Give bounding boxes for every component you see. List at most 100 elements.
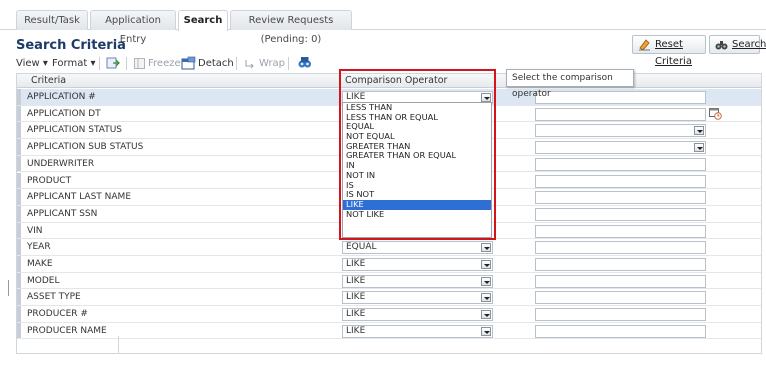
chevron-down-icon[interactable] [481,293,491,303]
eraser-icon [639,39,650,51]
table-row[interactable]: ASSET TYPE LIKE [17,289,761,307]
value-input[interactable] [535,224,706,238]
tab-result-task[interactable]: Result/Task [16,10,88,30]
horizontal-scroll-area[interactable] [16,336,119,354]
row-marker [17,139,21,155]
table-row[interactable]: YEAR EQUAL [17,239,761,256]
callout-highlight [339,69,496,240]
row-marker [17,289,21,306]
value-input[interactable] [535,241,706,255]
grid-toolbar: View ▾ Format ▾ Freeze Detach Wrap [16,55,336,73]
value-input[interactable] [535,174,706,188]
export-icon[interactable] [106,56,120,70]
view-menu-label: View [16,58,40,69]
value-input[interactable] [535,258,706,271]
criteria-label: UNDERWRITER [27,158,95,169]
page-title: Search Criteria [16,38,126,53]
freeze-icon [134,58,145,69]
operator-tooltip: Select the comparison operator [506,69,634,99]
wrap-button[interactable]: Wrap [259,56,285,72]
row-marker [17,306,21,322]
chevron-down-icon[interactable] [481,260,491,269]
row-marker [17,256,21,272]
toolbar-divider [99,57,100,70]
value-input[interactable] [535,207,706,221]
search-label: Search [732,39,766,50]
chevron-down-icon: ▾ [42,58,48,69]
row-marker [17,89,21,105]
table-row[interactable]: MAKE LIKE [17,256,761,273]
tab-search[interactable]: Search [178,10,228,31]
operator-select[interactable]: LIKE [342,291,493,305]
value-input[interactable] [535,107,706,121]
criteria-label: YEAR [27,242,51,253]
chevron-down-icon[interactable] [481,243,491,253]
criteria-label: APPLICANT LAST NAME [27,192,132,203]
splitter-handle[interactable] [8,280,9,296]
chevron-down-icon[interactable] [481,310,491,320]
criteria-label: VIN [27,225,43,236]
operator-value: LIKE [346,325,366,336]
value-select[interactable] [535,124,706,138]
chevron-down-icon[interactable] [694,126,704,136]
operator-select[interactable]: LIKE [342,324,493,338]
row-marker [17,122,21,139]
tab-review-requests[interactable]: Review Requests (Pending: 0) [230,10,352,45]
criteria-label: PRODUCT [27,175,72,186]
chevron-down-icon[interactable] [694,143,704,153]
criteria-label: MAKE [27,259,53,269]
criteria-label: PRODUCER # [27,309,88,320]
freeze-button[interactable]: Freeze [148,56,181,72]
criteria-label: MODEL [27,275,60,286]
table-row[interactable]: PRODUCER NAME LIKE [17,322,761,340]
operator-value: LIKE [346,259,366,269]
chevron-down-icon[interactable] [481,326,491,336]
toolbar-divider [236,57,237,70]
value-input[interactable] [535,324,706,338]
value-input[interactable] [535,157,706,171]
value-input[interactable] [535,191,706,205]
value-input[interactable] [535,291,706,305]
table-row[interactable]: PRODUCER # LIKE [17,306,761,323]
operator-select[interactable]: LIKE [342,308,493,322]
row-marker [17,239,21,255]
chevron-down-icon[interactable] [481,276,491,286]
table-row[interactable]: MODEL LIKE [17,272,761,290]
value-input[interactable] [535,91,706,104]
criteria-label: APPLICANT SSN [27,208,98,219]
chevron-down-icon: ▾ [90,58,96,69]
operator-select[interactable]: EQUAL [342,241,493,255]
row-marker [17,222,21,239]
view-menu[interactable]: View ▾ [16,56,48,72]
calendar-icon[interactable] [709,107,722,120]
criteria-label: ASSET TYPE [27,292,81,303]
row-marker [17,205,21,222]
tab-bar: Result/Task Application Entry Search Rev… [0,0,766,45]
reset-criteria-label: Reset Criteria [655,39,692,67]
row-marker [17,105,21,122]
query-icon[interactable] [297,55,312,70]
format-menu[interactable]: Format ▾ [52,56,95,72]
operator-value: EQUAL [346,242,377,253]
detach-button[interactable]: Detach [198,56,234,72]
row-marker [17,172,21,189]
operator-value: LIKE [346,309,366,320]
operator-value: LIKE [346,292,366,303]
criteria-label: APPLICATION # [27,92,96,102]
operator-select[interactable]: LIKE [342,274,493,288]
format-menu-label: Format [52,58,88,69]
search-button[interactable]: Search [709,35,766,54]
criteria-label: APPLICATION SUB STATUS [27,142,144,153]
value-input[interactable] [535,308,706,322]
tab-application-entry[interactable]: Application Entry [90,10,176,45]
toolbar-divider [126,57,127,70]
wrap-icon [245,60,254,69]
detach-icon [181,56,196,70]
reset-criteria-button[interactable]: Reset Criteria [632,35,706,67]
operator-select[interactable]: LIKE [342,258,493,271]
toolbar-divider [288,57,289,70]
row-marker [17,155,21,172]
value-input[interactable] [535,274,706,288]
value-select[interactable] [535,141,706,155]
row-marker [17,272,21,289]
